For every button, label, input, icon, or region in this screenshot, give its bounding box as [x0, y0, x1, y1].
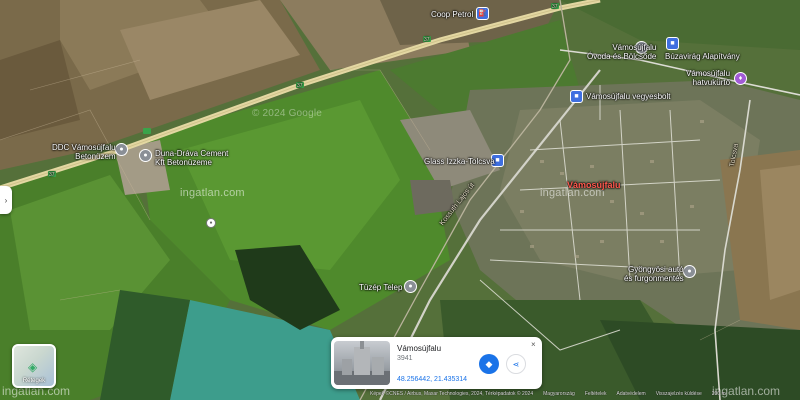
- government-icon[interactable]: ♦: [734, 72, 747, 85]
- scale-label: 200 m: [711, 391, 726, 397]
- pin-icon[interactable]: ●: [139, 149, 152, 162]
- chevron-right-icon: ›: [4, 195, 8, 205]
- share-button[interactable]: ⋖: [506, 354, 526, 374]
- fuel-pump-icon[interactable]: ⛽: [476, 7, 489, 20]
- road-label-37: 37: [49, 172, 55, 178]
- road-label-37: 37: [297, 83, 303, 89]
- place-label-buzavirag[interactable]: Búzavirág Alapítvány: [665, 52, 740, 61]
- place-label-tuzep[interactable]: Tüzép Telep: [359, 283, 402, 292]
- layers-label: Rétegek: [22, 378, 46, 384]
- close-button[interactable]: ×: [531, 340, 536, 349]
- place-label-duna[interactable]: Duna-Dráva Cement Kft Betonüzeme: [155, 149, 228, 167]
- place-label-ovoda[interactable]: Vámosújfalu Óvoda és Bölcsőde: [587, 43, 656, 61]
- town-label[interactable]: Vámosújfalu: [567, 181, 621, 190]
- country-label[interactable]: Magyarország: [543, 391, 575, 400]
- directions-icon: ◆: [485, 358, 493, 369]
- place-label-vegyesbolt[interactable]: Vámosújfalu vegyesbolt: [586, 92, 671, 101]
- building-icon[interactable]: ■: [666, 37, 679, 50]
- shop-icon[interactable]: ■: [570, 90, 583, 103]
- layers-button[interactable]: ◈ Rétegek: [12, 344, 56, 388]
- attribution-bar: Képek ©CNES / Airbus, Maxar Technologies…: [370, 391, 726, 400]
- copyright-overlay: © 2024 Google: [252, 108, 323, 119]
- sidepanel-toggle-button[interactable]: ›: [0, 186, 12, 214]
- watermark: ingatlan.com: [180, 187, 245, 199]
- place-card[interactable]: Vámosújfalu 3941 48.256442, 21.435314 ◆ …: [331, 337, 542, 389]
- place-label-hatosag[interactable]: Vámosújfalu hatvukürtő: [686, 69, 730, 87]
- place-card-title: Vámosújfalu: [397, 344, 442, 353]
- watermark: ingatlan.com: [2, 384, 71, 398]
- road-label-37: 37: [424, 37, 430, 43]
- place-thumbnail[interactable]: [334, 341, 390, 385]
- share-icon: ⋖: [512, 359, 520, 369]
- place-label-coop[interactable]: Coop Petrol: [431, 10, 473, 19]
- watermark: ingatlan.com: [540, 187, 605, 199]
- privacy-link[interactable]: Adatvédelem: [617, 391, 646, 400]
- dropped-pin-icon[interactable]: ●: [206, 218, 216, 228]
- imagery-attribution: Képek ©CNES / Airbus, Maxar Technologies…: [370, 391, 534, 397]
- road-label-37: 37: [552, 4, 558, 10]
- place-label-ddc[interactable]: DDC Vámosújfalu Betonüzem: [52, 143, 116, 161]
- layers-icon: ◈: [28, 360, 38, 374]
- place-card-postcode: 3941: [397, 355, 413, 362]
- pin-icon[interactable]: ●: [404, 280, 417, 293]
- place-card-coordinates[interactable]: 48.256442, 21.435314: [397, 376, 467, 383]
- feedback-link[interactable]: Visszajelzés küldése: [656, 391, 702, 400]
- pin-icon[interactable]: ●: [683, 265, 696, 278]
- terms-link[interactable]: Feltételek: [585, 391, 607, 400]
- place-label-gyongyosi[interactable]: Gyöngyösi autó és furgonmentés: [624, 265, 684, 283]
- pin-icon[interactable]: ●: [115, 143, 128, 156]
- directions-button[interactable]: ◆: [479, 354, 499, 374]
- place-label-glass[interactable]: Glass Izzka-Tolcsva: [424, 157, 495, 166]
